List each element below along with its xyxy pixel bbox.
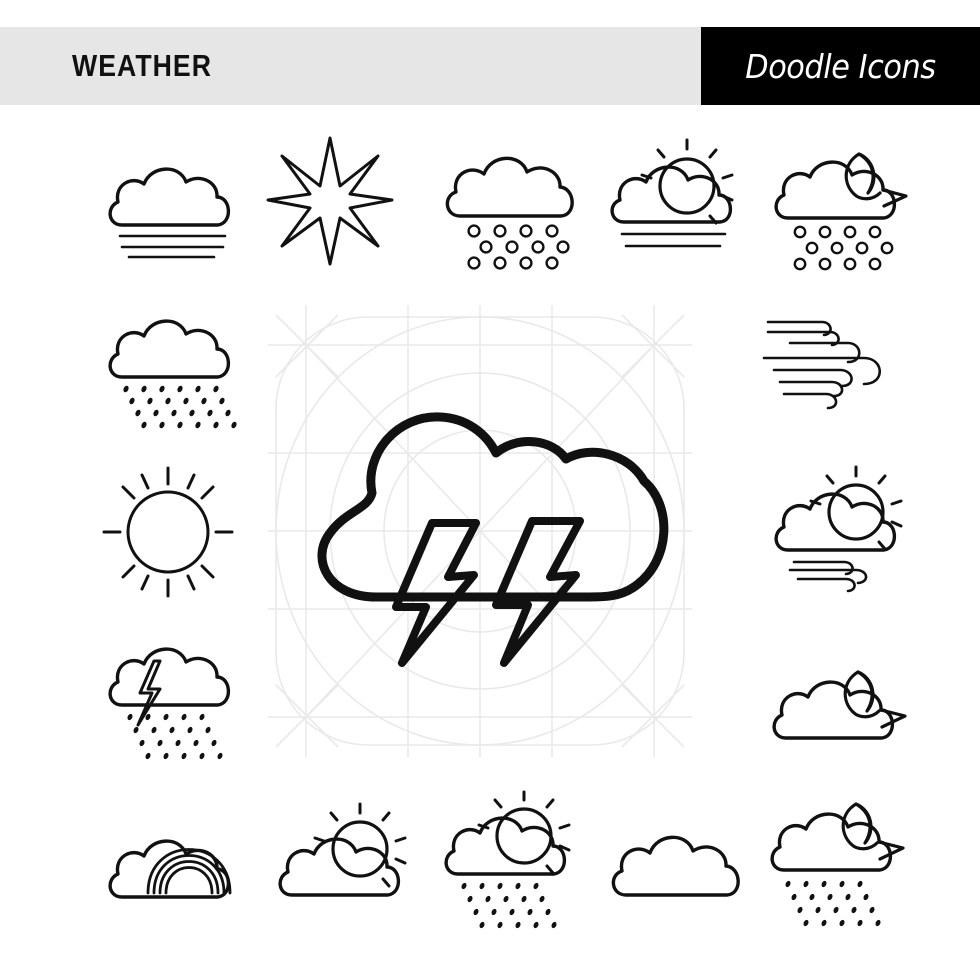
icon-tile-cloud-fog[interactable]	[96, 135, 246, 265]
icon-tile-cloud-heavy-rain[interactable]	[96, 305, 246, 450]
moon-cloud-hail-icon	[774, 152, 908, 271]
icon-tile-wind[interactable]	[760, 300, 920, 430]
icon-tile-moon-cloud[interactable]	[758, 650, 923, 770]
icon-tile-sun-cloud-wind[interactable]	[758, 460, 923, 605]
icon-tile-sun-cloud-fog[interactable]	[592, 130, 752, 270]
compass-star-icon	[266, 136, 394, 266]
brand-label: Doodle Icons	[745, 46, 936, 86]
sun-cloud-wind-icon	[774, 465, 903, 593]
cloud-hail-icon	[445, 156, 574, 270]
moon-cloud-rain-icon	[770, 802, 905, 927]
cloud-icon	[611, 835, 740, 897]
cloud-lightning-rain-icon	[108, 647, 231, 760]
sun-cloud-rain-icon	[444, 790, 571, 929]
sun-cloud-fog-icon	[610, 138, 734, 248]
cloud-heavy-rain-icon	[108, 319, 237, 429]
icon-tile-sun-cloud[interactable]	[262, 795, 422, 915]
cloud-rainbow-icon	[108, 839, 232, 899]
page-title: WEATHER	[72, 48, 213, 83]
moon-cloud-icon	[772, 670, 907, 740]
icon-tile-compass-star[interactable]	[260, 130, 400, 270]
icon-tile-moon-cloud-rain[interactable]	[758, 790, 923, 935]
icon-grid	[0, 105, 980, 980]
icon-tile-cloud[interactable]	[598, 815, 753, 915]
icon-tile-moon-cloud-hail[interactable]	[760, 130, 925, 280]
sun-icon	[102, 466, 234, 598]
icon-tile-sun[interactable]	[96, 460, 241, 605]
cloud-fog-icon	[108, 167, 231, 259]
header-bar: WEATHER Doodle Icons	[0, 27, 980, 105]
header-right-panel: Doodle Icons	[701, 27, 980, 105]
featured-icon-tile[interactable]	[268, 305, 692, 757]
icon-tile-sun-cloud-rain[interactable]	[432, 790, 592, 935]
icon-tile-cloud-rainbow[interactable]	[96, 805, 246, 915]
icon-tile-cloud-lightning-rain[interactable]	[96, 635, 251, 780]
cloud-thunderstorm-icon	[317, 412, 669, 667]
sun-cloud-icon	[278, 802, 407, 897]
icon-tile-cloud-hail[interactable]	[432, 130, 592, 280]
wind-icon	[762, 320, 881, 410]
header-left-panel: WEATHER	[0, 27, 701, 105]
